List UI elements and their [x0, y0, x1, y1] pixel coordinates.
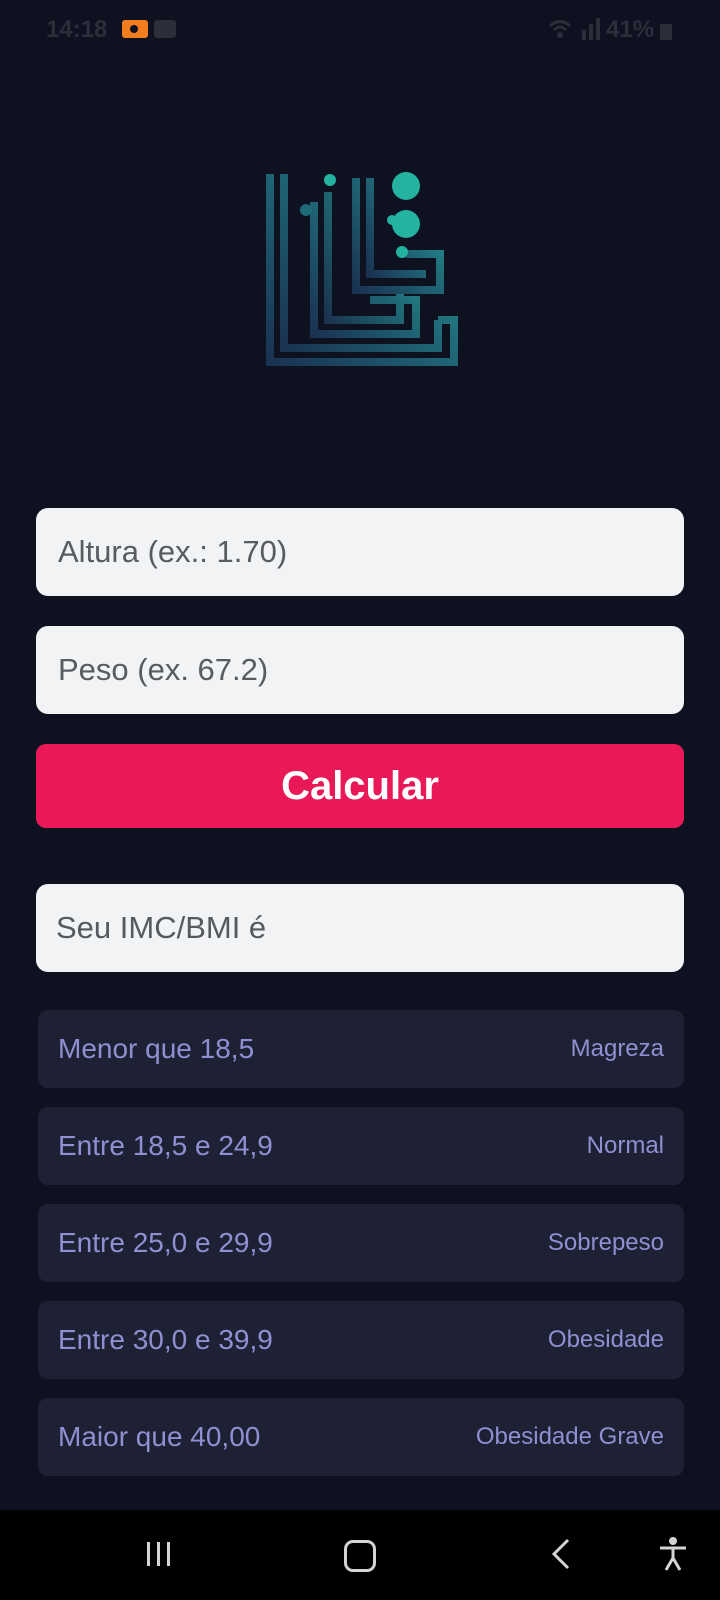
status-time: 14:18 [46, 16, 108, 43]
recording-icon [122, 20, 148, 38]
bmi-range-value: Menor que 18,5 [58, 1033, 255, 1064]
bmi-range-value: Entre 30,0 e 39,9 [58, 1324, 273, 1355]
bmi-range-row: Menor que 18,5 Magreza [38, 1010, 684, 1088]
notification-box-icon [154, 20, 176, 38]
app-logo [266, 172, 458, 366]
weight-field[interactable] [36, 626, 684, 714]
result-label: Seu IMC/BMI é [56, 910, 267, 945]
back-icon[interactable] [550, 1538, 572, 1570]
bmi-range-row: Maior que 40,00 Obesidade Grave [38, 1398, 684, 1476]
bmi-range-row: Entre 30,0 e 39,9 Obesidade [38, 1301, 684, 1379]
calculate-button[interactable]: Calcular [36, 744, 684, 828]
bmi-classification: Obesidade Grave [475, 1423, 664, 1450]
wifi-icon [548, 20, 572, 38]
bmi-range-value: Entre 18,5 e 24,9 [58, 1130, 273, 1161]
bmi-range-value: Maior que 40,00 [58, 1421, 261, 1452]
status-bar: 14:18 41% [0, 0, 720, 62]
recents-icon[interactable] [144, 1540, 174, 1568]
bmi-classification: Normal [586, 1132, 664, 1159]
bmi-range-row: Entre 25,0 e 29,9 Sobrepeso [38, 1204, 684, 1282]
bmi-classification: Sobrepeso [547, 1229, 664, 1256]
height-field[interactable] [36, 508, 684, 596]
battery-level: 41% [606, 16, 655, 43]
bmi-classification: Magreza [570, 1035, 664, 1062]
accessibility-icon[interactable] [658, 1536, 688, 1572]
bmi-range-row: Entre 18,5 e 24,9 Normal [38, 1107, 684, 1185]
battery-icon [660, 24, 672, 40]
bmi-classification: Obesidade [547, 1326, 664, 1353]
home-icon[interactable] [344, 1540, 376, 1572]
bmi-range-value: Entre 25,0 e 29,9 [58, 1227, 273, 1258]
signal-icon [582, 18, 600, 40]
result-box: Seu IMC/BMI é [36, 884, 684, 972]
navigation-bar [0, 1510, 720, 1600]
weight-input[interactable] [56, 651, 660, 689]
height-input[interactable] [56, 533, 660, 571]
